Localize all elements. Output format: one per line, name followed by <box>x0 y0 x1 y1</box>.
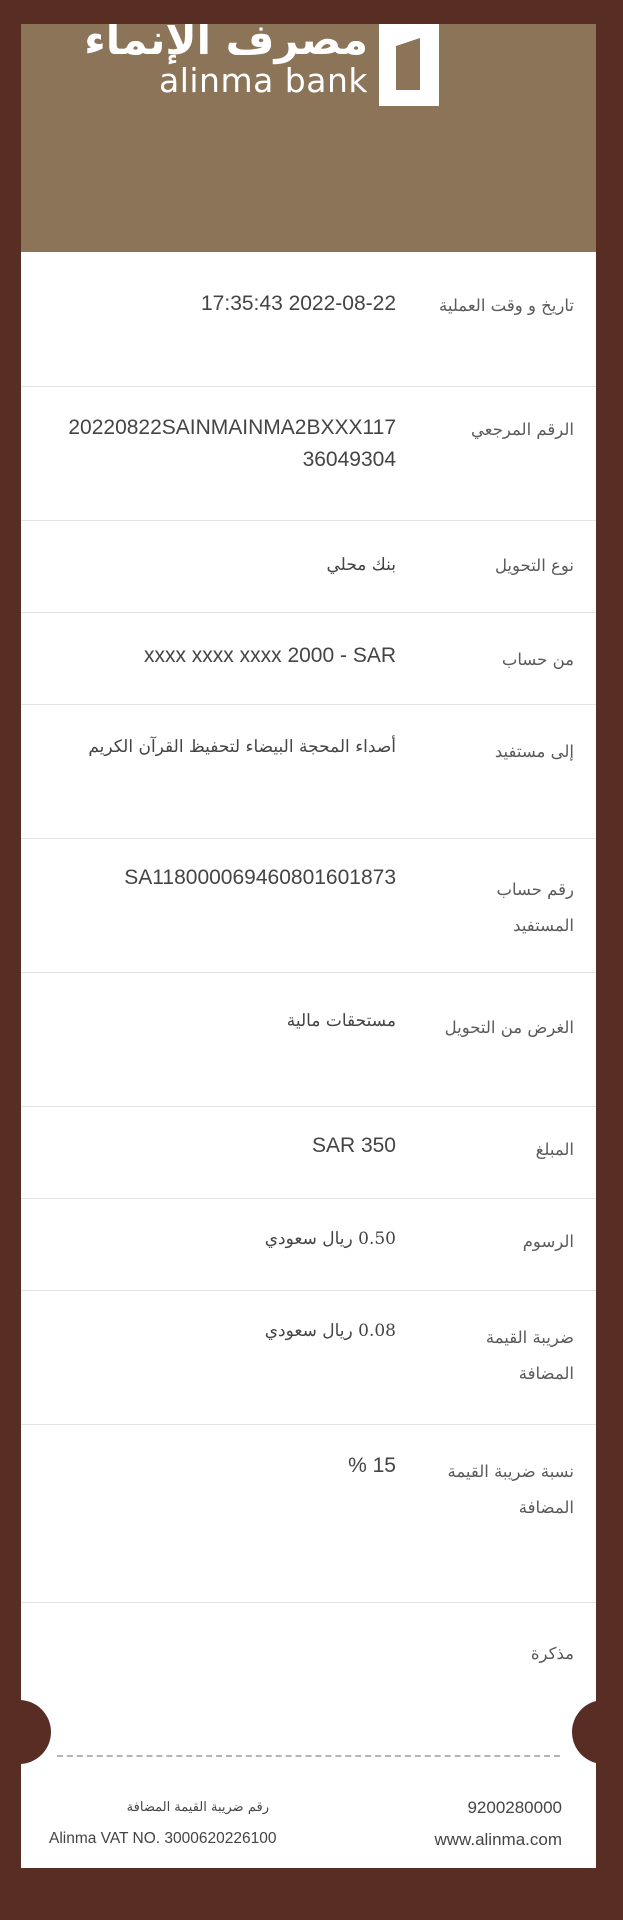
datetime-label: تاريخ و وقت العملية <box>439 296 574 315</box>
detail-row-fees: الرسوم 0.50 ريال سعودي <box>21 1198 596 1291</box>
vat-value: 0.08 ريال سعودي <box>264 1321 396 1341</box>
detail-row-beneficiary-account: رقم حساب المستفيد SA11800006946080160187… <box>21 838 596 973</box>
alinma-logo-icon <box>379 24 439 106</box>
vat-number-label: رقم ضريبة القيمة المضافة <box>126 1800 269 1815</box>
beneficiary-value: أصداء المحجة البيضاء لتحفيظ القرآن الكري… <box>88 737 396 757</box>
detail-row-vat-rate: نسبة ضريبة القيمة المضافة % 15 <box>21 1424 596 1603</box>
tear-line <box>57 1755 560 1757</box>
detail-row-purpose: الغرض من التحويل مستحقات مالية <box>21 972 596 1107</box>
reference-value: 20220822SAINMAINMA2BXXX11736049304 <box>68 416 396 471</box>
detail-row-reference: الرقم المرجعي 20220822SAINMAINMA2BXXX117… <box>21 386 596 521</box>
website: www.alinma.com <box>434 1830 562 1849</box>
detail-row-from-account: من حساب xxxx xxxx xxxx 2000 - SAR <box>21 612 596 705</box>
transfer-receipt: مصرف الإنماء alinma bank تاريخ و وقت الع… <box>21 24 596 1868</box>
memo-label: مذكرة <box>530 1644 574 1663</box>
amount-label: المبلغ <box>535 1140 574 1159</box>
reference-label: الرقم المرجعي <box>471 420 574 439</box>
amount-value: SAR 350 <box>311 1134 396 1157</box>
transfer-type-value: بنك محلي <box>326 555 396 575</box>
vat-rate-value: % 15 <box>348 1454 396 1477</box>
phone-number: 9200280000 <box>467 1798 562 1817</box>
detail-row-datetime: تاريخ و وقت العملية 17:35:43 2022-08-22 <box>21 252 596 387</box>
vat-label: ضريبة القيمة المضافة <box>485 1328 574 1383</box>
from-account-value: xxxx xxxx xxxx 2000 - SAR <box>143 644 396 667</box>
purpose-value: مستحقات مالية <box>286 1011 396 1031</box>
detail-row-transfer-type: نوع التحويل بنك محلي <box>21 520 596 613</box>
vat-rate-label: نسبة ضريبة القيمة المضافة <box>447 1462 574 1517</box>
transfer-type-label: نوع التحويل <box>494 556 574 575</box>
bank-name-arabic: مصرف الإنماء <box>84 24 368 64</box>
detail-row-memo: مذكرة <box>21 1602 596 1722</box>
purpose-label: الغرض من التحويل <box>444 1018 574 1037</box>
fees-label: الرسوم <box>522 1232 574 1251</box>
detail-row-amount: المبلغ SAR 350 <box>21 1106 596 1199</box>
vat-number: Alinma VAT NO. 3000620226100 <box>49 1830 277 1847</box>
from-account-label: من حساب <box>501 650 574 669</box>
beneficiary-label: إلى مستفيد <box>494 742 574 761</box>
bank-name-english: alinma bank <box>158 61 368 100</box>
fees-value: 0.50 ريال سعودي <box>264 1229 396 1249</box>
detail-row-vat: ضريبة القيمة المضافة 0.08 ريال سعودي <box>21 1290 596 1425</box>
beneficiary-account-value: SA118000069460801601873 <box>124 866 396 889</box>
datetime-value: 17:35:43 2022-08-22 <box>201 292 396 315</box>
beneficiary-account-label: رقم حساب المستفيد <box>496 880 574 935</box>
receipt-header: مصرف الإنماء alinma bank <box>21 24 596 252</box>
detail-row-beneficiary: إلى مستفيد أصداء المحجة البيضاء لتحفيظ ا… <box>21 704 596 839</box>
